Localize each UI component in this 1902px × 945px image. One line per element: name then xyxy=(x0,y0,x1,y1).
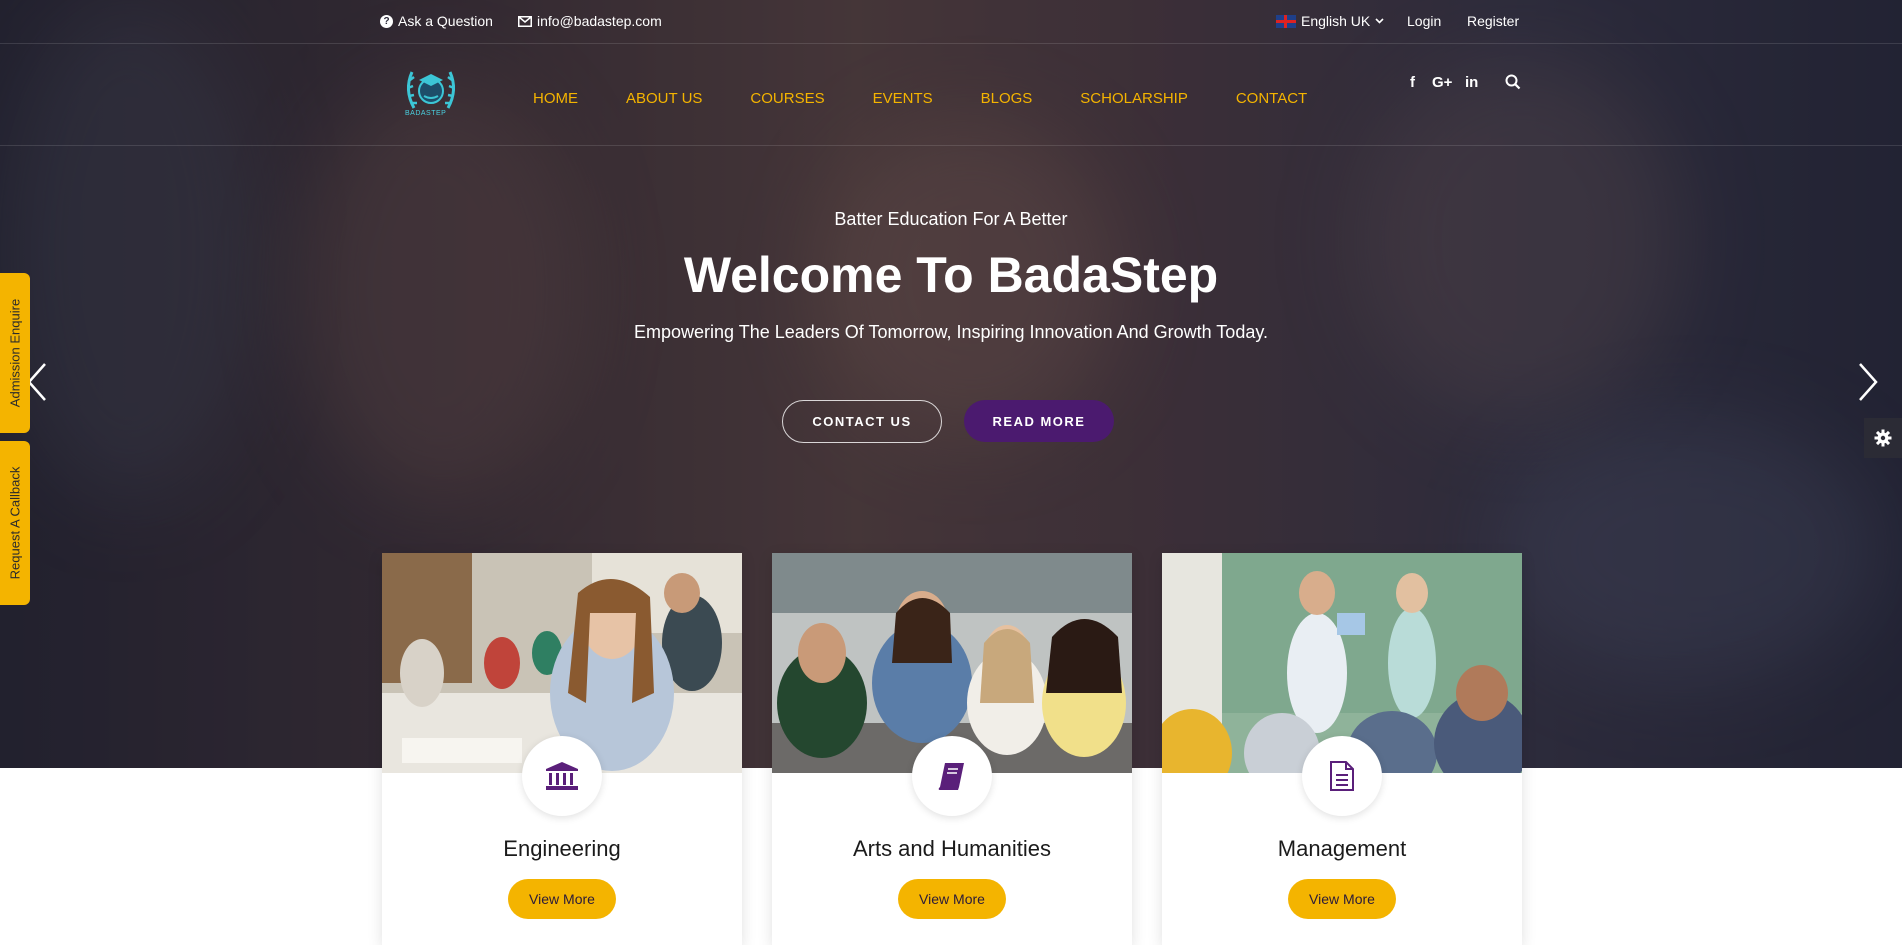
view-more-button[interactable]: View More xyxy=(898,879,1006,919)
register-link[interactable]: Register xyxy=(1467,13,1519,29)
language-label: English UK xyxy=(1301,13,1371,29)
card-icon-badge xyxy=(522,736,602,816)
uk-flag-icon xyxy=(1276,14,1296,28)
logo-text: BADASTEP xyxy=(405,110,447,117)
email-link[interactable]: info@badastep.com xyxy=(518,13,662,29)
top-bar: ? Ask a Question info@badastep.com Engli… xyxy=(0,0,1902,44)
request-callback-label: Request A Callback xyxy=(7,466,23,580)
chevron-down-icon xyxy=(1375,18,1384,24)
view-more-button[interactable]: View More xyxy=(1288,879,1396,919)
course-card-arts-humanities: Arts and Humanities View More xyxy=(772,553,1132,945)
bank-icon xyxy=(546,762,578,790)
request-callback-tab[interactable]: Request A Callback xyxy=(0,441,30,605)
admission-enquire-tab[interactable]: Admission Enquire xyxy=(0,273,30,433)
linkedin-icon[interactable]: in xyxy=(1465,74,1478,91)
card-icon-badge xyxy=(1302,736,1382,816)
course-card-management: Management View More xyxy=(1162,553,1522,945)
question-icon: ? xyxy=(380,14,393,28)
google-plus-icon[interactable]: G+ xyxy=(1432,74,1452,91)
search-icon[interactable] xyxy=(1505,74,1521,90)
nav-blogs[interactable]: BLOGS xyxy=(981,90,1033,107)
book-icon xyxy=(938,763,964,790)
nav-events[interactable]: EVENTS xyxy=(873,90,933,107)
nav-courses[interactable]: COURSES xyxy=(750,90,824,107)
admission-enquire-label: Admission Enquire xyxy=(7,298,23,408)
course-card-engineering: Engineering View More xyxy=(382,553,742,945)
language-selector[interactable]: English UK xyxy=(1276,13,1384,29)
nav-contact[interactable]: CONTACT xyxy=(1236,90,1307,107)
card-title: Management xyxy=(1277,836,1407,861)
document-icon xyxy=(1330,761,1354,791)
main-navbar: BADASTEP HOME ABOUT US COURSES EVENTS BL… xyxy=(0,44,1902,146)
hero-title: Welcome To BadaStep xyxy=(683,247,1219,303)
slider-next-arrow-icon[interactable] xyxy=(1857,362,1879,402)
gear-icon xyxy=(1874,429,1892,447)
ask-question-link[interactable]: ? Ask a Question xyxy=(380,13,493,29)
hero-description: Empowering The Leaders Of Tomorrow, Insp… xyxy=(633,322,1269,342)
card-title: Engineering xyxy=(503,836,621,861)
envelope-icon xyxy=(518,15,532,27)
card-icon-badge xyxy=(912,736,992,816)
contact-us-button[interactable]: CONTACT US xyxy=(782,400,942,443)
settings-toggle[interactable] xyxy=(1864,418,1902,458)
nav-about-us[interactable]: ABOUT US xyxy=(626,90,702,107)
view-more-button[interactable]: View More xyxy=(508,879,616,919)
read-more-button[interactable]: READ MORE xyxy=(964,400,1114,442)
nav-home[interactable]: HOME xyxy=(533,90,578,107)
ask-question-label: Ask a Question xyxy=(398,13,493,29)
email-label: info@badastep.com xyxy=(537,13,662,29)
login-link[interactable]: Login xyxy=(1407,13,1441,29)
facebook-icon[interactable]: f xyxy=(1410,74,1415,91)
nav-scholarship[interactable]: SCHOLARSHIP xyxy=(1080,90,1188,107)
nav-menu: HOME ABOUT US COURSES EVENTS BLOGS SCHOL… xyxy=(533,90,1355,107)
hero-subtitle: Batter Education For A Better xyxy=(834,209,1068,229)
card-title: Arts and Humanities xyxy=(852,836,1052,861)
